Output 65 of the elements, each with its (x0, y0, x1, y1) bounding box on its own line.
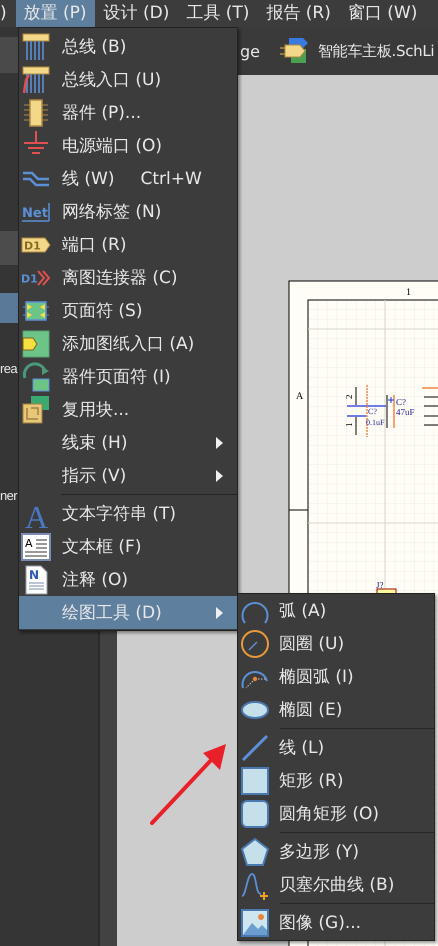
designator-label: C? (396, 397, 406, 407)
menubar-item[interactable]: 报告 (R) (258, 0, 339, 27)
device-sheet-icon (21, 362, 51, 392)
pin-number: 2 (344, 394, 354, 399)
menu-item[interactable]: 圆圈 (U) (238, 627, 434, 660)
menu-item[interactable]: 页面符 (S) (19, 294, 237, 327)
chip-icon (21, 98, 51, 128)
value-label: 0.1uF (366, 418, 384, 427)
value-label: 47uF (396, 407, 415, 417)
zone-label: 1 (406, 287, 411, 298)
panel-field[interactable] (0, 231, 18, 265)
bus-icon (21, 32, 51, 62)
bus-entry-icon (21, 64, 51, 94)
rectangle-icon (240, 766, 270, 796)
menubar-item[interactable]: 窗口 (W) (340, 0, 426, 27)
menu-item[interactable]: N 注释 (O) (19, 563, 237, 596)
menu-item[interactable]: 添加图纸入口 (A) (19, 327, 237, 360)
line-icon (240, 732, 270, 762)
panel-header (0, 37, 18, 73)
document-tab[interactable]: 智能车主板.SchLi (280, 37, 434, 65)
menu-item[interactable]: Net 网络标签 (N) (19, 195, 237, 228)
rounded-rectangle-icon (240, 798, 270, 828)
pentagon-icon (240, 836, 270, 866)
menu-item[interactable]: 线 (W) Ctrl+W (19, 162, 237, 195)
menu-item[interactable]: A 文本字符串 (T) (19, 497, 237, 530)
panel-row[interactable]: rea (0, 356, 18, 382)
splitter-bar[interactable] (100, 631, 117, 946)
menu-item[interactable]: A 文本框 (F) (19, 530, 237, 563)
menu-item[interactable]: 图像 (G)... (238, 906, 434, 939)
designator-label: C? (368, 407, 377, 416)
zone-label: A (296, 391, 304, 402)
text-frame-icon: A (21, 532, 51, 562)
image-icon (240, 908, 270, 938)
menu-item[interactable]: 复用块... (19, 393, 237, 426)
menu-item[interactable]: 多边形 (Y) (238, 835, 434, 868)
menu-item[interactable]: 线束 (H) (19, 426, 237, 459)
menu-item[interactable]: D1 离图连接器 (C) (19, 261, 237, 294)
menu-item[interactable]: D1 端口 (R) (19, 228, 237, 261)
menu-item[interactable]: 椭圆弧 (I) (238, 660, 434, 693)
sheet-entry-icon (21, 328, 51, 358)
pin-number: 1 (344, 422, 354, 427)
menu-item[interactable]: 椭圆 (E) (238, 693, 434, 726)
reuse-block-icon (21, 394, 51, 424)
menu-item[interactable]: 线 (L) (238, 731, 434, 764)
menubar-item[interactable]: 工具 (T) (178, 0, 258, 27)
panel-row[interactable]: ner (0, 483, 18, 509)
menu-item[interactable]: 矩形 (R) (238, 764, 434, 797)
letter-icon: A (21, 498, 51, 528)
component-icon (280, 37, 310, 65)
panel-row[interactable] (0, 293, 18, 323)
menu-item[interactable]: 总线入口 (U) (19, 63, 237, 96)
designator-label: J? (376, 580, 384, 590)
menu-item[interactable]: 器件 (P)... (19, 96, 237, 129)
menu-item[interactable]: 器件页面符 (I) (19, 360, 237, 393)
menu-item[interactable]: 圆角矩形 (O) (238, 797, 434, 830)
menu-item[interactable]: 贝塞尔曲线 (B) (238, 868, 434, 901)
menu-item[interactable]: 电源端口 (O) (19, 129, 237, 162)
menu-item[interactable]: 指示 (V) (19, 459, 237, 492)
menu-item[interactable]: 总线 (B) (19, 30, 237, 63)
circle-icon (240, 628, 270, 658)
menubar-item[interactable]: 设计 (D) (96, 0, 178, 27)
document-tab[interactable]: ge (240, 42, 260, 60)
menubar-item[interactable]: ) (0, 0, 7, 27)
menu-item[interactable]: 弧 (A) (238, 594, 434, 627)
connector-lines (422, 387, 438, 426)
